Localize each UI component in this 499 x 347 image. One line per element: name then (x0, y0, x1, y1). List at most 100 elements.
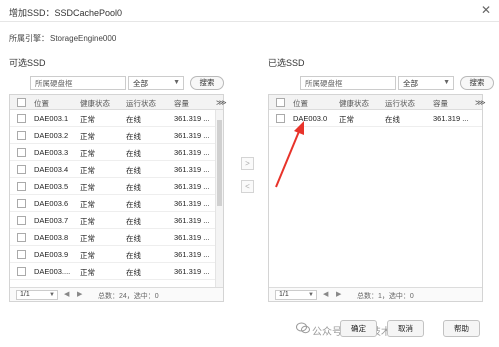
row-checkbox[interactable] (17, 148, 26, 157)
cell-running: 在线 (126, 166, 141, 175)
cell-running: 在线 (126, 268, 141, 277)
engine-value: StorageEngine000 (50, 34, 117, 43)
ok-button[interactable]: 确定 (340, 320, 377, 337)
page-select[interactable]: 1/1 ▼ (16, 290, 58, 300)
engine-label: 所属引擎： (9, 34, 49, 43)
cell-position: DAE003.2 (34, 131, 69, 140)
cell-position: DAE003.... (34, 267, 71, 276)
selected-enclosure-input[interactable]: 所属硬盘框 (300, 76, 396, 90)
cell-health: 正常 (339, 115, 354, 124)
selected-status-select[interactable]: 全部 ▼ (398, 76, 454, 90)
table-header: 位置 健康状态 运行状态 容量 ⋙ (10, 95, 227, 110)
available-search-button[interactable]: 搜索 (190, 76, 224, 90)
add-to-selected-button[interactable]: > (241, 157, 254, 170)
prev-page-icon[interactable]: ◀ (323, 290, 328, 298)
table-row[interactable]: DAE003.... 正常 在线 361.319 ... (10, 263, 223, 280)
close-icon[interactable]: ✕ (481, 4, 491, 16)
cell-health: 正常 (80, 217, 95, 226)
cell-health: 正常 (80, 115, 95, 124)
table-row[interactable]: DAE003.6 正常 在线 361.319 ... (10, 195, 223, 212)
column-header-capacity[interactable]: 容量 (433, 98, 448, 109)
table-row[interactable]: DAE003.7 正常 在线 361.319 ... (10, 212, 223, 229)
column-header-running[interactable]: 运行状态 (126, 98, 156, 109)
table-row[interactable]: DAE003.1 正常 在线 361.319 ... (10, 110, 223, 127)
cell-health: 正常 (80, 183, 95, 192)
cell-capacity: 361.319 ... (174, 131, 210, 140)
next-page-icon[interactable]: ▶ (336, 290, 341, 298)
page-select[interactable]: 1/1 ▼ (275, 290, 317, 300)
help-button[interactable]: 帮助 (443, 320, 480, 337)
row-checkbox[interactable] (17, 267, 26, 276)
prev-page-icon[interactable]: ◀ (64, 290, 69, 298)
select-all-checkbox[interactable] (276, 98, 285, 107)
cell-health: 正常 (80, 234, 95, 243)
cell-position: DAE003.3 (34, 148, 69, 157)
table-row[interactable]: DAE003.3 正常 在线 361.319 ... (10, 144, 223, 161)
table-row[interactable]: DAE003.2 正常 在线 361.319 ... (10, 127, 223, 144)
cell-position: DAE003.6 (34, 199, 69, 208)
pager-summary: 总数：1，选中：0 (357, 293, 414, 300)
next-page-icon[interactable]: ▶ (77, 290, 82, 298)
chevron-down-icon: ▼ (173, 79, 180, 86)
available-enclosure-input[interactable]: 所属硬盘框 (30, 76, 126, 90)
table-row[interactable]: DAE003.9 正常 在线 361.319 ... (10, 246, 223, 263)
select-all-checkbox[interactable] (17, 98, 26, 107)
selected-select-value: 全部 (403, 79, 418, 88)
cell-running: 在线 (126, 132, 141, 141)
chevron-down-icon: ▼ (308, 292, 314, 298)
column-header-running[interactable]: 运行状态 (385, 98, 415, 109)
column-header-health[interactable]: 健康状态 (80, 98, 110, 109)
cell-running: 在线 (126, 251, 141, 260)
remove-from-selected-button[interactable]: < (241, 180, 254, 193)
column-chooser-icon[interactable]: ⋙ (475, 98, 486, 107)
wechat-icon (296, 322, 310, 334)
row-checkbox[interactable] (17, 182, 26, 191)
dialog-footer: 公众号 · 网络技术干货圈 确定 取消 帮助 (0, 315, 499, 347)
cell-position: DAE003.5 (34, 182, 69, 191)
row-checkbox[interactable] (17, 216, 26, 225)
cell-health: 正常 (80, 166, 95, 175)
cancel-button[interactable]: 取消 (387, 320, 424, 337)
selected-search-button[interactable]: 搜索 (460, 76, 494, 90)
column-header-position[interactable]: 位置 (34, 98, 49, 109)
dialog-title: 增加SSD：SSDCachePool0 (9, 8, 123, 18)
cell-health: 正常 (80, 149, 95, 158)
table-row[interactable]: DAE003.8 正常 在线 361.319 ... (10, 229, 223, 246)
row-checkbox[interactable] (17, 114, 26, 123)
page-value: 1/1 (279, 291, 289, 298)
column-header-capacity[interactable]: 容量 (174, 98, 189, 109)
row-checkbox[interactable] (17, 233, 26, 242)
row-checkbox[interactable] (17, 131, 26, 140)
cell-position: DAE003.9 (34, 250, 69, 259)
cell-running: 在线 (126, 217, 141, 226)
cell-capacity: 361.319 ... (174, 148, 210, 157)
cell-health: 正常 (80, 132, 95, 141)
cell-health: 正常 (80, 251, 95, 260)
cell-running: 在线 (385, 115, 400, 124)
cell-running: 在线 (126, 234, 141, 243)
cell-running: 在线 (126, 183, 141, 192)
cell-running: 在线 (126, 115, 141, 124)
available-status-select[interactable]: 全部 ▼ (128, 76, 184, 90)
column-header-position[interactable]: 位置 (293, 98, 308, 109)
row-checkbox[interactable] (17, 250, 26, 259)
chevron-down-icon: ▼ (443, 79, 450, 86)
selected-pager: 1/1 ▼ ◀ ▶ 总数：1，选中：0 (269, 287, 482, 301)
cell-capacity: 361.319 ... (174, 114, 210, 123)
scrollbar-thumb[interactable] (217, 120, 222, 206)
available-select-value: 全部 (133, 79, 148, 88)
available-ssd-title: 可选SSD (9, 58, 46, 68)
dialog-titlebar: 增加SSD：SSDCachePool0 ✕ (0, 0, 499, 22)
row-checkbox[interactable] (17, 165, 26, 174)
cell-running: 在线 (126, 149, 141, 158)
table-row[interactable]: DAE003.4 正常 在线 361.319 ... (10, 161, 223, 178)
chevron-down-icon: ▼ (49, 292, 55, 298)
cell-capacity: 361.319 ... (174, 216, 210, 225)
column-chooser-icon[interactable]: ⋙ (216, 98, 227, 107)
column-header-health[interactable]: 健康状态 (339, 98, 369, 109)
table-row[interactable]: DAE003.5 正常 在线 361.319 ... (10, 178, 223, 195)
cell-health: 正常 (80, 268, 95, 277)
cell-capacity: 361.319 ... (174, 165, 210, 174)
table-scrollbar[interactable] (215, 110, 223, 288)
row-checkbox[interactable] (17, 199, 26, 208)
